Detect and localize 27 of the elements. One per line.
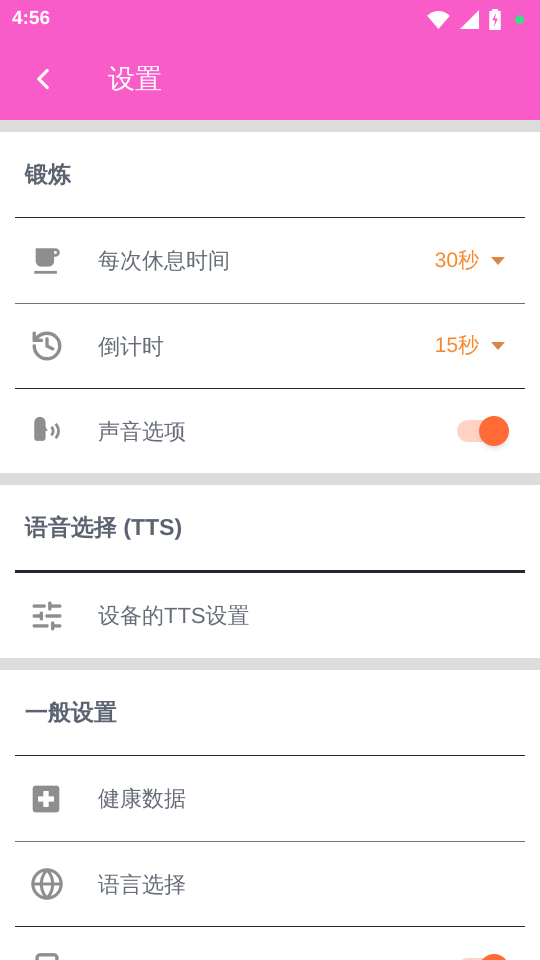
status-time: 4:56 — [12, 6, 50, 31]
setting-value: 15秒 — [434, 333, 479, 360]
dropdown-arrow-icon — [491, 342, 505, 350]
section-header: 语音选择 (TTS) — [25, 513, 182, 542]
section-header: 一般设置 — [25, 698, 117, 728]
setting-label: 声音选项 — [98, 418, 186, 444]
settings-row[interactable]: 语言选择 — [15, 841, 525, 926]
wifi-icon — [427, 10, 450, 28]
settings-row[interactable]: 设备的TTS设置 — [15, 573, 525, 658]
signal-icon — [460, 10, 479, 28]
medical-cross-icon — [30, 782, 62, 814]
setting-value: 30秒 — [434, 248, 479, 274]
setting-label: 设备的TTS设置 — [98, 603, 250, 628]
dropdown-arrow-icon — [491, 256, 505, 264]
toolbar-title: 设置 — [108, 62, 162, 96]
setting-label: 倒计时 — [98, 334, 164, 358]
setting-label: 健康数据 — [98, 786, 186, 811]
section-header: 锻炼 — [25, 160, 71, 190]
battery-charging-icon — [489, 8, 501, 30]
setting-label: 语言选择 — [98, 872, 186, 896]
settings-row[interactable]: 倒计时 15秒 — [15, 303, 525, 388]
sliders-icon — [30, 598, 64, 632]
globe-icon — [30, 867, 64, 901]
settings-row[interactable]: 每次休息时间 30秒 — [15, 218, 525, 303]
history-icon — [30, 329, 64, 363]
settings-row[interactable]: 健康数据 — [15, 756, 525, 841]
setting-label: 每次休息时间 — [98, 248, 230, 273]
